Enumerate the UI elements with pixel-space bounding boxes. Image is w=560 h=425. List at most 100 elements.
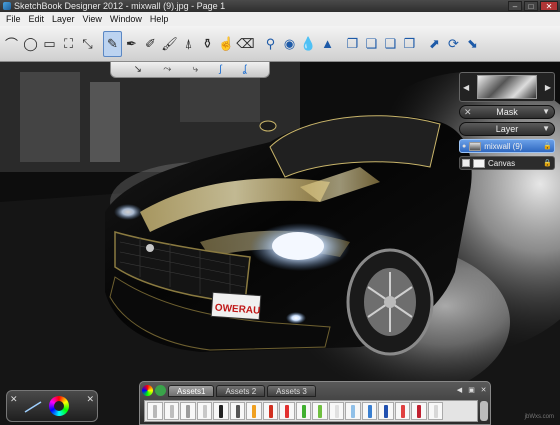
- brush-swatch-5[interactable]: [213, 402, 229, 420]
- airbrush-icon[interactable]: ⍋: [179, 31, 198, 57]
- brush-swatch-17[interactable]: [411, 402, 427, 420]
- symmetry-a-icon[interactable]: ʃ: [219, 64, 221, 75]
- brush-swatch-6[interactable]: [229, 402, 245, 420]
- layer-name: mixwall (9): [484, 141, 523, 151]
- ballpoint-pen-icon[interactable]: ✒: [122, 31, 141, 57]
- brush-swatch-2[interactable]: [163, 402, 179, 420]
- brush-swatch-15[interactable]: [378, 402, 394, 420]
- brush-stroke-c-icon[interactable]: ⤷: [193, 64, 199, 75]
- tab-assets-2[interactable]: Assets 2: [216, 384, 266, 397]
- fill-drop-icon[interactable]: ▲: [318, 31, 337, 57]
- marker-icon[interactable]: ✐: [141, 31, 160, 57]
- assets-settings-icon[interactable]: ▣: [467, 386, 476, 395]
- brush-swatch-12[interactable]: [328, 402, 344, 420]
- menu-help[interactable]: Help: [146, 12, 173, 26]
- layer-thumbnail: [477, 75, 537, 99]
- layer-panel: ◀ ▶ ✕ Mask ▼ Layer ▼ ● mixwall (9) 🔒 Can…: [459, 72, 555, 170]
- tab-assets-1[interactable]: Assets1: [168, 384, 215, 397]
- menu-layer[interactable]: Layer: [48, 12, 79, 26]
- visibility-icon[interactable]: ●: [462, 143, 466, 150]
- brush-swatch-9[interactable]: [279, 402, 295, 420]
- main-toolbar: ⌒ ◯ ▭ ⛶ ⤡ ✎ ✒ ✐ 🖌 ⍋ ⚱ ☝ ⌫ ⚲ ◉ 💧 ▲ ❐ ❏ ❑ ❒ ⬈ ⟳ ⬊: [0, 26, 560, 62]
- layer-stack-icon[interactable]: ❒: [400, 31, 419, 57]
- layer-thumb: [473, 158, 485, 168]
- crop-icon[interactable]: ⛶: [59, 31, 78, 57]
- title-bar: SketchBook Designer 2012 - mixwall (9).j…: [0, 0, 560, 12]
- close-button[interactable]: ✕: [540, 1, 558, 11]
- menu-view[interactable]: View: [79, 12, 106, 26]
- smudge-icon[interactable]: ☝: [217, 31, 236, 57]
- eraser-icon[interactable]: ⌫: [236, 31, 255, 57]
- canvas-visibility-checkbox[interactable]: [462, 159, 470, 167]
- brush-stroke-a-icon[interactable]: ↘: [134, 64, 142, 75]
- color-wheel-icon[interactable]: [49, 396, 69, 416]
- brush-library-icon[interactable]: [155, 385, 166, 396]
- pencil-icon[interactable]: ✎: [103, 30, 122, 57]
- layer-button[interactable]: Layer ▼: [459, 122, 555, 136]
- color-picker-icon[interactable]: [142, 385, 153, 396]
- layer-copy-icon[interactable]: ❐: [343, 31, 362, 57]
- mask-close-icon[interactable]: ✕: [464, 106, 472, 118]
- menu-edit[interactable]: Edit: [25, 12, 49, 26]
- brush-swatch-11[interactable]: [312, 402, 328, 420]
- assets-tabs: Assets1 Assets 2 Assets 3 ◀ ▣ ✕: [142, 384, 488, 397]
- brush-icon[interactable]: 🖌: [160, 31, 179, 57]
- brush-swatch-8[interactable]: [262, 402, 278, 420]
- brush-swatch-row: [144, 400, 478, 422]
- puck-collapse-icon[interactable]: ✕: [86, 394, 94, 405]
- brush-swatch-14[interactable]: [361, 402, 377, 420]
- tab-assets-3[interactable]: Assets 3: [267, 384, 316, 397]
- window-controls: – □ ✕: [508, 1, 558, 11]
- brush-swatch-18[interactable]: [427, 402, 443, 420]
- assets-back-icon[interactable]: ◀: [455, 386, 464, 395]
- ellipse-icon[interactable]: ◯: [21, 31, 40, 57]
- symmetry-b-icon[interactable]: ʆ: [243, 64, 247, 75]
- lock-icon[interactable]: 🔒: [543, 159, 552, 167]
- color-puck[interactable]: ✕ ✕: [6, 390, 98, 422]
- puck-close-icon[interactable]: ✕: [10, 394, 18, 405]
- brush-swatch-10[interactable]: [295, 402, 311, 420]
- thumb-next-icon[interactable]: ▶: [545, 83, 551, 92]
- assets-panel: Assets1 Assets 2 Assets 3 ◀ ▣ ✕: [139, 381, 491, 425]
- assets-close-icon[interactable]: ✕: [479, 386, 488, 395]
- brush-swatch-13[interactable]: [345, 402, 361, 420]
- layer-merge-icon[interactable]: ❏: [362, 31, 381, 57]
- transform-icon[interactable]: ⤡: [78, 31, 97, 57]
- brush-stroke-b-icon[interactable]: ⤳: [163, 64, 171, 75]
- layer-item-canvas[interactable]: Canvas 🔒: [459, 156, 555, 170]
- menu-bar: File Edit Layer View Window Help: [0, 12, 560, 26]
- rectangle-icon[interactable]: ▭: [40, 31, 59, 57]
- magnifier-icon[interactable]: ⚲: [261, 31, 280, 57]
- blur-icon[interactable]: ◉: [280, 31, 299, 57]
- brush-swatch-3[interactable]: [180, 402, 196, 420]
- layer-dropdown-icon[interactable]: ▼: [542, 123, 550, 135]
- lock-icon[interactable]: 🔒: [543, 142, 552, 150]
- brush-swatch-1[interactable]: [147, 402, 163, 420]
- layer-thumbnail-strip[interactable]: ◀ ▶: [459, 72, 555, 102]
- scale-icon[interactable]: ⬊: [463, 31, 482, 57]
- menu-window[interactable]: Window: [106, 12, 146, 26]
- assets-scrollbar[interactable]: [480, 401, 488, 421]
- window-title: SketchBook Designer 2012 - mixwall (9).j…: [14, 1, 226, 11]
- mask-dropdown-icon[interactable]: ▼: [542, 106, 550, 118]
- thumb-prev-icon[interactable]: ◀: [463, 83, 469, 92]
- minimize-button[interactable]: –: [508, 1, 522, 11]
- lasso-select-icon[interactable]: ⌒: [2, 31, 21, 57]
- paint-bucket-icon[interactable]: ⚱: [198, 31, 217, 57]
- rotate-icon[interactable]: ⟳: [444, 31, 463, 57]
- move-icon[interactable]: ⬈: [425, 31, 444, 57]
- mask-button[interactable]: ✕ Mask ▼: [459, 105, 555, 119]
- layer-item-mixwall[interactable]: ● mixwall (9) 🔒: [459, 139, 555, 153]
- maximize-button[interactable]: □: [524, 1, 538, 11]
- menu-file[interactable]: File: [2, 12, 25, 26]
- layer-label: Layer: [495, 124, 519, 134]
- layer-add-icon[interactable]: ❑: [381, 31, 400, 57]
- brush-swatch-16[interactable]: [394, 402, 410, 420]
- brush-size-icon[interactable]: [23, 400, 43, 414]
- assets-controls: ◀ ▣ ✕: [455, 386, 488, 395]
- sharpen-icon[interactable]: 💧: [299, 31, 318, 57]
- layer-name: Canvas: [488, 158, 516, 168]
- mask-label: Mask: [496, 107, 518, 117]
- brush-swatch-7[interactable]: [246, 402, 262, 420]
- brush-swatch-4[interactable]: [196, 402, 212, 420]
